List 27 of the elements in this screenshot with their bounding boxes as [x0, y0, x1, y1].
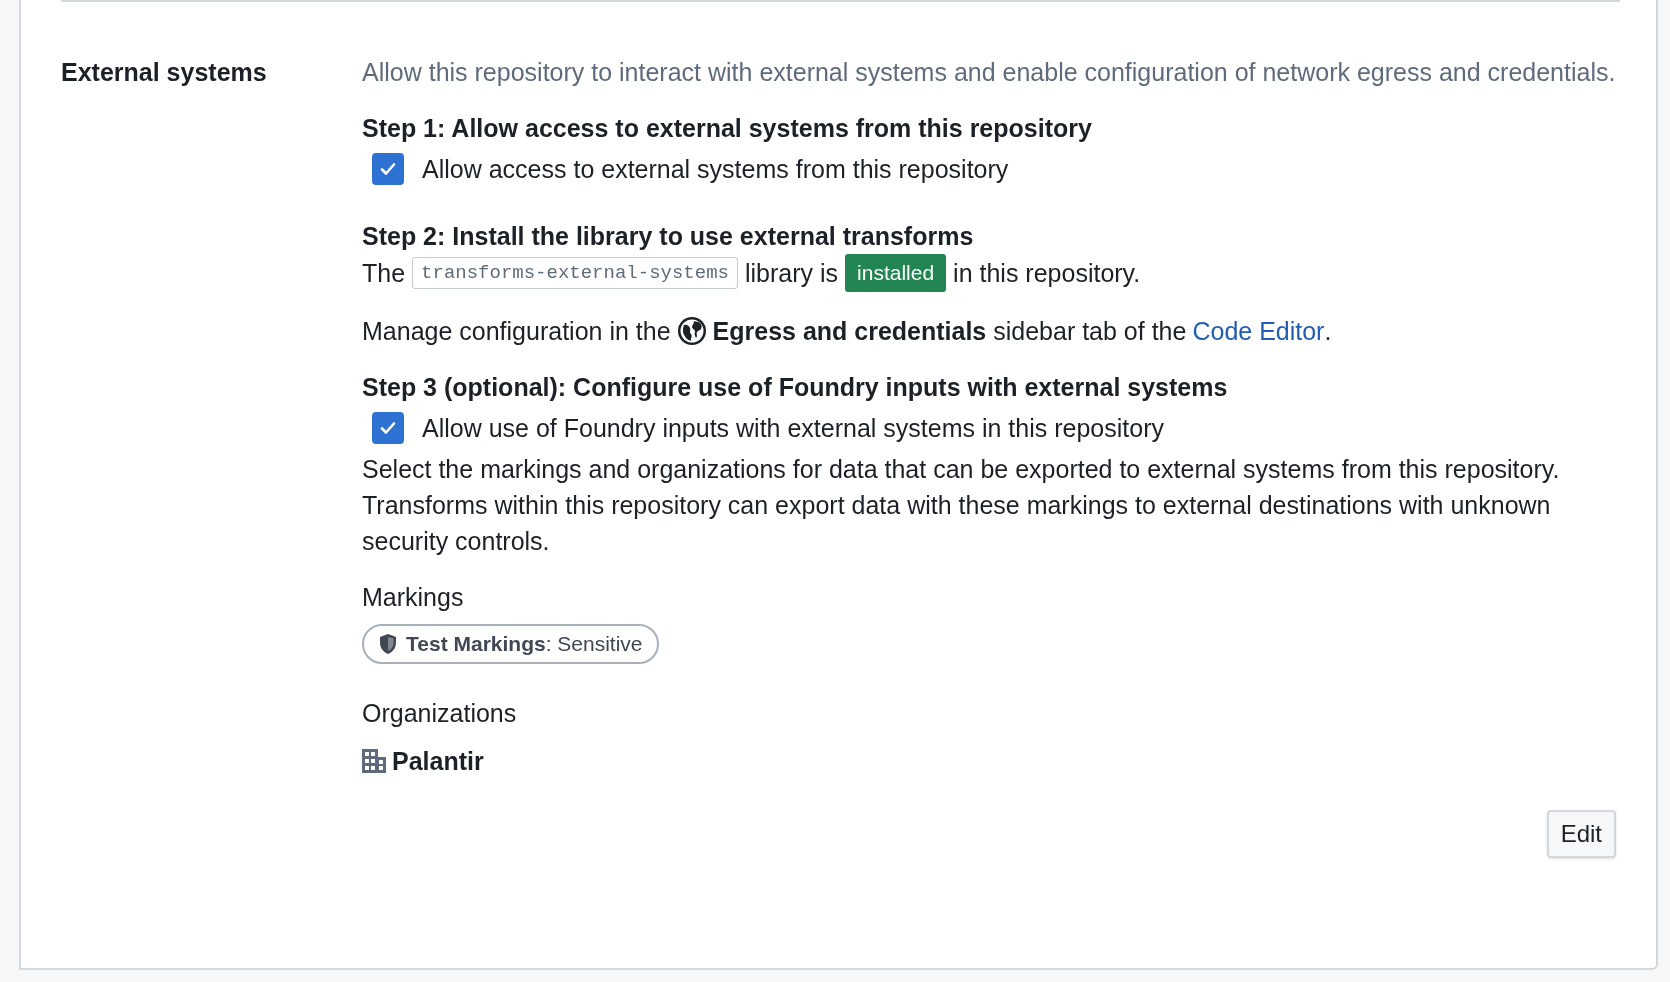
manage-text: Manage configuration in the [362, 316, 671, 347]
checkbox-label: Allow use of Foundry inputs with external systems in this repository [422, 413, 1164, 444]
globe-icon [676, 316, 707, 346]
section-label: External systems [61, 58, 267, 86]
step-heading: Step 3 (optional): Configure use of Foundry inputs with external systems [362, 372, 1229, 403]
edit-button[interactable]: Edit [1546, 810, 1616, 858]
building-icon [362, 749, 386, 773]
step-heading: Step 2: Install the library to use external transforms [362, 221, 975, 252]
checkbox[interactable] [372, 153, 404, 185]
step-heading: Step 1: Allow access to external systems from this repository [362, 113, 1093, 144]
library-text: in this repository. [953, 258, 1141, 289]
library-text: The [362, 258, 406, 289]
markings-label: Markings [362, 582, 465, 613]
marking-text: Test Markings: Sensitive [406, 631, 643, 657]
organization-name: Palantir [392, 746, 484, 777]
checkbox[interactable] [372, 412, 404, 444]
manage-text: . [1324, 316, 1332, 347]
library-name: transforms-external-systems [412, 257, 738, 289]
section-description: Allow this repository to interact with external systems and enable configuration of network egress and credentials. [362, 57, 1617, 88]
organizations-label: Organizations [362, 698, 518, 729]
export-note: Select the markings and organizations for data that can be exported to external systems from this repository. Transforms within this repository can export data with these markings to external destinations with unknown security controls. [362, 454, 1561, 557]
library-text: library is [744, 258, 839, 289]
shield-icon [378, 633, 398, 655]
code-editor-link[interactable]: Code Editor [1192, 313, 1325, 349]
status-tag: installed [845, 254, 947, 292]
manage-text: Egress and credentials sidebar tab of the [712, 316, 1187, 347]
checkbox-label: Allow access to external systems from this repository [422, 154, 1009, 185]
